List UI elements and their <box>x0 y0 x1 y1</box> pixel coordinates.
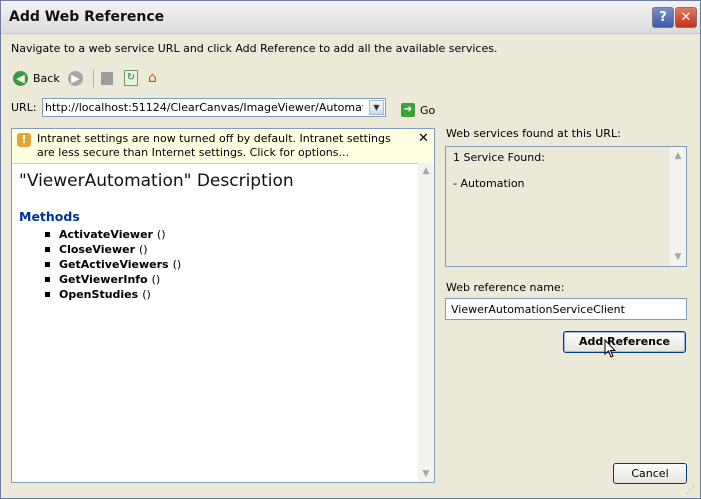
method-params: () <box>142 288 151 301</box>
add-web-reference-dialog: Add Web Reference ? ✕ Navigate to a web … <box>0 0 701 499</box>
stop-icon <box>101 71 113 85</box>
method-item: CloseViewer () <box>45 242 181 257</box>
bullet <box>45 262 50 267</box>
security-infobar[interactable]: ! Intranet settings are now turned off b… <box>12 129 434 164</box>
scroll-down-icon[interactable]: ▼ <box>418 466 434 482</box>
methods-heading: Methods <box>19 209 80 224</box>
chevron-down-icon: ▼ <box>373 103 380 112</box>
url-combobox[interactable]: ▼ <box>42 98 386 117</box>
go-label: Go <box>420 103 436 117</box>
scroll-up-icon[interactable]: ▲ <box>670 148 686 164</box>
description-scrollbar[interactable]: ▲ ▼ <box>418 163 434 482</box>
home-icon: ⌂ <box>148 70 157 86</box>
toolbar-separator <box>93 69 94 87</box>
mouse-cursor-icon <box>604 339 616 358</box>
back-button[interactable]: ◀ Back <box>13 69 60 87</box>
services-found-list[interactable]: 1 Service Found: - Automation ▲ ▼ <box>445 146 687 267</box>
forward-arrow-icon: ▶ <box>68 70 83 86</box>
refresh-icon: ↻ <box>124 70 138 86</box>
url-dropdown-button[interactable]: ▼ <box>369 100 384 115</box>
services-found-label: Web services found at this URL: <box>446 127 621 140</box>
infobar-close-icon[interactable]: ✕ <box>418 131 429 146</box>
description-title: "ViewerAutomation" Description <box>19 171 294 191</box>
method-item: GetActiveViewers() <box>45 257 181 272</box>
forward-button[interactable]: ▶ <box>68 69 83 87</box>
title-bar: Add Web Reference ? ✕ <box>1 1 700 34</box>
method-link[interactable]: ActivateViewer <box>59 228 153 241</box>
method-params: () <box>151 273 161 286</box>
service-description-pane: ! Intranet settings are now turned off b… <box>11 128 435 483</box>
method-params: () <box>156 228 166 241</box>
resize-grip-icon[interactable]: ⋰ <box>685 485 697 497</box>
back-arrow-icon: ◀ <box>13 70 28 86</box>
bullet <box>45 232 50 237</box>
method-params: () <box>139 243 148 256</box>
services-scrollbar[interactable]: ▲ ▼ <box>670 147 686 266</box>
bullet <box>45 277 50 282</box>
url-label: URL: <box>11 101 37 114</box>
home-button[interactable]: ⌂ <box>148 69 157 87</box>
close-button[interactable]: ✕ <box>675 7 697 28</box>
method-link[interactable]: CloseViewer <box>59 243 135 256</box>
services-count: 1 Service Found: <box>453 151 545 164</box>
scroll-up-icon[interactable]: ▲ <box>418 163 434 179</box>
web-reference-name-label: Web reference name: <box>446 281 565 294</box>
infobar-text: Intranet settings are now turned off by … <box>37 132 391 159</box>
cancel-button[interactable]: Cancel <box>613 463 687 484</box>
method-link[interactable]: GetViewerInfo <box>59 273 148 286</box>
stop-button[interactable] <box>101 69 113 87</box>
service-item: - Automation <box>453 177 525 190</box>
bullet <box>45 292 50 297</box>
bullet <box>45 247 50 252</box>
go-button[interactable]: ➔ Go <box>401 103 435 117</box>
instruction-text: Navigate to a web service URL and click … <box>11 42 498 55</box>
window-title: Add Web Reference <box>9 9 165 25</box>
method-item: GetViewerInfo() <box>45 272 181 287</box>
close-icon: ✕ <box>680 10 692 25</box>
add-reference-button[interactable]: Add Reference <box>563 331 686 353</box>
method-params: () <box>172 258 182 271</box>
methods-list: ActivateViewer() CloseViewer() GetActive… <box>45 227 181 302</box>
url-input[interactable] <box>45 100 363 115</box>
scroll-down-icon[interactable]: ▼ <box>670 249 686 265</box>
refresh-button[interactable]: ↻ <box>124 69 138 87</box>
web-reference-name-input[interactable] <box>445 298 687 320</box>
go-arrow-icon: ➔ <box>401 103 415 117</box>
method-item: ActivateViewer() <box>45 227 181 242</box>
question-icon: ? <box>659 10 667 25</box>
method-item: OpenStudies () <box>45 287 181 302</box>
help-button[interactable]: ? <box>652 7 674 28</box>
method-link[interactable]: GetActiveViewers <box>59 258 169 271</box>
back-label: Back <box>33 71 60 85</box>
shield-warning-icon: ! <box>17 133 31 147</box>
method-link[interactable]: OpenStudies <box>59 288 138 301</box>
